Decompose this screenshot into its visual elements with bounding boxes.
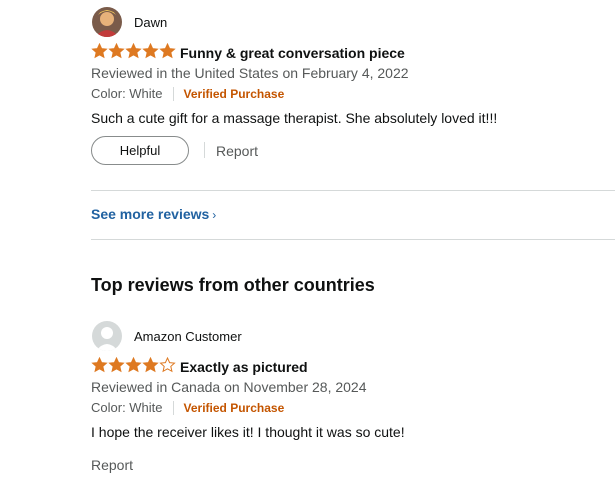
divider	[91, 239, 615, 240]
divider	[91, 190, 615, 191]
color-variant[interactable]: Color: White	[91, 400, 163, 415]
star-filled-icon	[142, 43, 159, 59]
star-filled-icon	[142, 357, 159, 373]
reviewer-avatar	[92, 7, 122, 37]
star-filled-icon	[108, 43, 125, 59]
helpful-button[interactable]: Helpful	[91, 136, 189, 165]
reviewer-name[interactable]: Amazon Customer	[134, 329, 242, 344]
review-date: Reviewed in Canada on November 28, 2024	[91, 379, 367, 395]
review-date: Reviewed in the United States on Februar…	[91, 65, 409, 81]
star-filled-icon	[125, 357, 142, 373]
divider	[172, 86, 174, 101]
star-rating	[91, 43, 176, 59]
see-more-reviews-link[interactable]: See more reviews ›	[91, 206, 216, 222]
divider	[172, 400, 174, 415]
star-filled-icon	[91, 43, 108, 59]
verified-purchase-badge: Verified Purchase	[183, 86, 285, 101]
color-variant[interactable]: Color: White	[91, 86, 163, 101]
review-attributes: Color: White Verified Purchase	[91, 86, 284, 101]
reviewer-name[interactable]: Dawn	[134, 15, 167, 30]
star-rating	[91, 357, 176, 373]
review-title[interactable]: Funny & great conversation piece	[180, 45, 405, 61]
star-filled-icon	[125, 43, 142, 59]
star-filled-icon	[91, 357, 108, 373]
star-filled-icon	[108, 357, 125, 373]
see-more-label: See more reviews	[91, 206, 210, 222]
review-body: Such a cute gift for a massage therapist…	[91, 110, 498, 126]
review-body: I hope the receiver likes it! I thought …	[91, 424, 405, 440]
star-empty-icon	[159, 357, 176, 373]
review-attributes: Color: White Verified Purchase	[91, 400, 284, 415]
chevron-right-icon: ›	[212, 208, 217, 222]
divider	[204, 142, 205, 158]
report-link[interactable]: Report	[91, 457, 133, 473]
section-heading: Top reviews from other countries	[91, 275, 375, 295]
default-user-avatar-icon	[92, 321, 122, 351]
review-title[interactable]: Exactly as pictured	[180, 359, 308, 375]
report-link[interactable]: Report	[216, 143, 258, 159]
star-filled-icon	[159, 43, 176, 59]
verified-purchase-badge: Verified Purchase	[183, 400, 285, 415]
